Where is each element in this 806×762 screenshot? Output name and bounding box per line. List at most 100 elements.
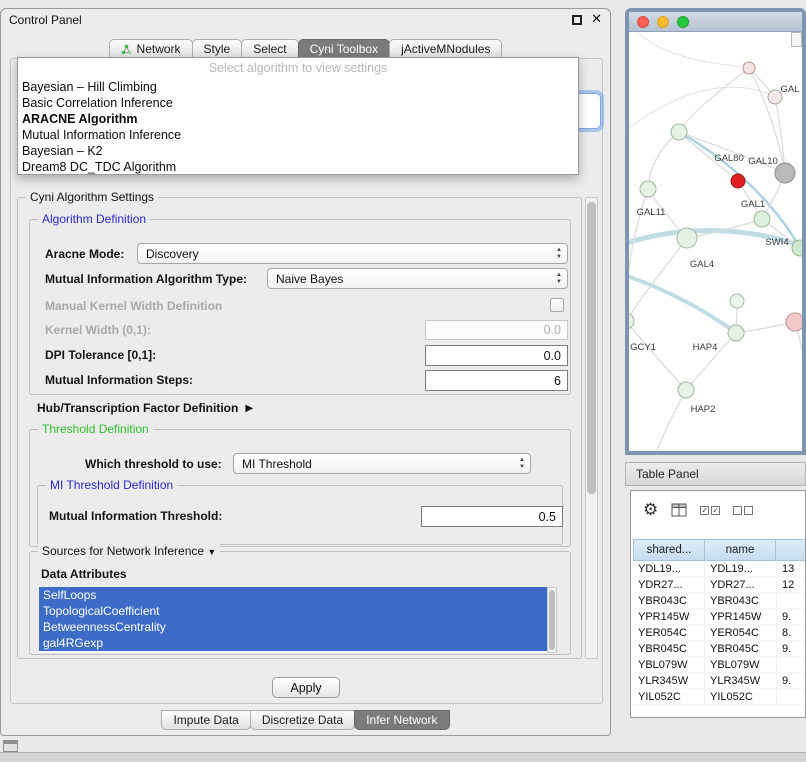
table-cell[interactable]: YBR045C (705, 641, 777, 657)
attributes-scrollbar[interactable] (547, 587, 557, 653)
table-cell[interactable]: YIL052C (705, 689, 777, 705)
table-cell[interactable]: YBR043C (633, 593, 705, 609)
algorithm-option[interactable]: Basic Correlation Inference (18, 95, 578, 111)
table-cell[interactable]: YPR145W (705, 609, 777, 625)
table-cell[interactable]: YDR27... (633, 577, 705, 593)
table-cell[interactable]: YER054C (705, 625, 777, 641)
table-cell[interactable]: 8. (777, 625, 806, 641)
tab-label: jActiveMNodules (401, 42, 490, 56)
network-node[interactable] (730, 294, 744, 308)
attribute-item[interactable]: gal4RGexp (39, 635, 547, 651)
sources-section-toggle[interactable]: Sources for Network Inference ▼ (38, 544, 220, 558)
network-node[interactable] (786, 313, 802, 331)
table-cell[interactable]: 9. (777, 641, 806, 657)
node-label: GAL80 (714, 153, 744, 164)
table-cell[interactable] (777, 689, 806, 705)
table-cell[interactable]: YDR27... (705, 577, 777, 593)
table-cell[interactable]: YLR345W (633, 673, 705, 689)
which-threshold-select[interactable]: MI Threshold ▲▼ (233, 453, 531, 474)
tab-label: Network (137, 42, 181, 56)
mi-algorithm-type-select[interactable]: Naive Bayes ▲▼ (267, 268, 568, 289)
table-cell[interactable] (777, 593, 806, 609)
network-node[interactable] (640, 181, 656, 197)
table-row: YER054CYER054C8. (633, 625, 806, 641)
tab-impute-data[interactable]: Impute Data (161, 710, 250, 730)
dpi-tolerance-input[interactable]: 0.0 (425, 345, 568, 366)
unchecked-pair-icon[interactable] (733, 506, 753, 515)
tab-select[interactable]: Select (241, 39, 298, 59)
mini-window-icon[interactable] (3, 740, 18, 752)
close-button[interactable] (637, 16, 649, 28)
table-cell[interactable]: YDL19... (705, 561, 777, 577)
threshold-definition-title: Threshold Definition (38, 422, 153, 436)
hub-definition-toggle[interactable]: Hub/Transcription Factor Definition ▶ (37, 401, 253, 415)
table-cell[interactable]: YBR045C (633, 641, 705, 657)
tab-discretize-data[interactable]: Discretize Data (250, 710, 355, 730)
network-node[interactable] (677, 228, 697, 248)
network-edge (629, 87, 775, 128)
algorithm-option[interactable]: Dream8 DC_TDC Algorithm (18, 159, 578, 175)
network-edge (629, 321, 686, 390)
table-cell[interactable]: YIL052C (633, 689, 705, 705)
table-cell[interactable]: 12 (777, 577, 806, 593)
settings-scrollbar[interactable] (585, 197, 598, 659)
table-cell[interactable]: 13 (777, 561, 806, 577)
checked-pair-icon[interactable]: ✓✓ (700, 506, 720, 515)
scrollbar-stub[interactable] (791, 32, 802, 47)
network-node[interactable] (775, 163, 795, 183)
network-node[interactable] (754, 211, 770, 227)
column-header[interactable]: name (704, 539, 776, 561)
algorithm-option[interactable]: Bayesian – K2 (18, 143, 578, 159)
gear-icon[interactable]: ⚙ (643, 500, 658, 520)
attribute-table: shared...name YDL19...YDL19...13YDR27...… (633, 539, 806, 705)
column-header[interactable] (775, 539, 806, 561)
attribute-item[interactable]: SelfLoops (39, 587, 547, 603)
tab-network[interactable]: Network (109, 39, 193, 59)
attribute-item[interactable]: BetweennessCentrality (39, 619, 547, 635)
mi-threshold-input[interactable]: 0.5 (421, 506, 563, 527)
algorithm-option[interactable]: ARACNE Algorithm (18, 111, 578, 127)
network-node[interactable] (629, 313, 634, 329)
tab-jactivemnodules[interactable]: jActiveMNodules (389, 39, 502, 59)
network-node[interactable] (743, 62, 755, 74)
algorithm-definition-title: Algorithm Definition (38, 212, 150, 226)
network-node[interactable] (678, 382, 694, 398)
attribute-item[interactable]: TopologicalCoefficient (39, 603, 547, 619)
float-icon[interactable] (572, 15, 582, 25)
manual-kernel-checkbox[interactable] (550, 298, 564, 312)
apply-button[interactable]: Apply (272, 677, 340, 698)
tab-cyni-toolbox[interactable]: Cyni Toolbox (298, 39, 390, 59)
network-node[interactable] (728, 325, 744, 341)
table-cell[interactable]: YBR043C (705, 593, 777, 609)
network-node[interactable] (671, 124, 687, 140)
table-row: YPR145WYPR145W9. (633, 609, 806, 625)
network-node[interactable] (731, 174, 745, 188)
close-icon[interactable]: ✕ (591, 11, 602, 27)
network-window-titlebar (629, 12, 802, 32)
tab-infer-network[interactable]: Infer Network (354, 710, 449, 730)
zoom-button[interactable] (677, 16, 689, 28)
table-cell[interactable]: YER054C (633, 625, 705, 641)
table-cell[interactable]: YPR145W (633, 609, 705, 625)
network-canvas[interactable]: GALGAL80GAL10GAL11GAL1SWI4GAL4GCY1HAP4HA… (629, 32, 802, 455)
columns-icon[interactable] (671, 503, 687, 517)
algorithm-option[interactable]: Mutual Information Inference (18, 127, 578, 143)
table-cell[interactable]: YDL19... (633, 561, 705, 577)
scrollbar-thumb[interactable] (587, 202, 596, 494)
table-cell[interactable]: 9. (777, 609, 806, 625)
node-label: GAL11 (637, 207, 666, 218)
table-cell[interactable]: YLR345W (705, 673, 777, 689)
mi-steps-input[interactable]: 6 (425, 370, 568, 391)
table-panel-header[interactable]: Table Panel (625, 462, 806, 486)
algorithm-option[interactable]: Bayesian – Hill Climbing (18, 79, 578, 95)
table-cell[interactable]: YBL079W (705, 657, 777, 673)
scrollbar-thumb[interactable] (549, 590, 555, 650)
column-header[interactable]: shared... (633, 539, 705, 561)
table-cell[interactable] (777, 657, 806, 673)
table-cell[interactable]: 9. (777, 673, 806, 689)
table-cell[interactable]: YBL079W (633, 657, 705, 673)
aracne-mode-select[interactable]: Discovery ▲▼ (137, 243, 568, 264)
minimize-button[interactable] (657, 16, 669, 28)
tab-style[interactable]: Style (192, 39, 243, 59)
network-edge (637, 32, 749, 68)
